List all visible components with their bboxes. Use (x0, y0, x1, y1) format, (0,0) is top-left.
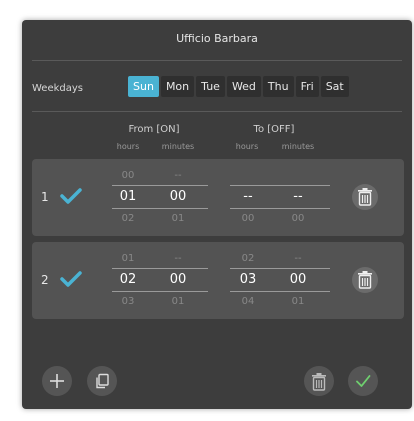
from-minutes-prev: -- (174, 253, 182, 264)
add-row-button[interactable] (42, 366, 72, 396)
delete-all-button[interactable] (304, 366, 334, 396)
enabled-check-icon[interactable] (60, 187, 82, 205)
from-minutes-next: 01 (171, 213, 185, 224)
to-minutes-next: 01 (291, 296, 305, 307)
from-selection-top (112, 185, 208, 186)
from-hours-value[interactable]: 01 (108, 189, 148, 204)
weekdays-divider (32, 111, 402, 112)
from-minutes-value[interactable]: 00 (158, 272, 198, 287)
to-selection-bottom (230, 208, 330, 209)
dialog-title: Ufficio Barbara (176, 32, 258, 45)
from-selection-top (112, 268, 208, 269)
delete-row-button[interactable] (352, 267, 378, 293)
to-selection-top (230, 185, 330, 186)
to-selection-top (230, 268, 330, 269)
from-hours-next: 02 (121, 213, 135, 224)
to-hours-prev: 02 (241, 253, 255, 264)
to-hours-label: hours (235, 142, 259, 151)
from-selection-bottom (112, 291, 208, 292)
weekdays-label: Weekdays (32, 83, 84, 94)
to-minutes-next: 00 (291, 213, 305, 224)
to-minutes-value[interactable]: -- (278, 189, 318, 204)
day-sun[interactable]: Sun (128, 76, 159, 97)
weekday-selector: Sun Mon Tue Wed Thu Fri Sat (128, 76, 349, 97)
to-hours-next: 00 (241, 213, 255, 224)
row-number: 2 (41, 273, 49, 287)
row-number: 1 (41, 190, 49, 204)
trash-icon (312, 373, 326, 391)
from-minutes-label: minutes (161, 142, 195, 151)
from-hours-value[interactable]: 02 (108, 272, 148, 287)
to-hours-value[interactable]: 03 (228, 272, 268, 287)
to-minutes-prev: -- (294, 253, 302, 264)
check-icon (356, 375, 371, 387)
trash-icon (358, 271, 372, 289)
from-minutes-value[interactable]: 00 (158, 189, 198, 204)
day-tue[interactable]: Tue (196, 76, 225, 97)
from-hours-label: hours (116, 142, 140, 151)
to-selection-bottom (230, 291, 330, 292)
from-minutes-next: 01 (171, 296, 185, 307)
trash-icon (358, 188, 372, 206)
to-header: To [OFF] (253, 124, 295, 135)
from-selection-bottom (112, 208, 208, 209)
delete-row-button[interactable] (352, 184, 378, 210)
day-wed[interactable]: Wed (226, 76, 261, 97)
from-minutes-prev: -- (174, 170, 182, 181)
day-thu[interactable]: Thu (262, 76, 294, 97)
copy-icon (96, 373, 109, 389)
to-hours-next: 04 (241, 296, 255, 307)
schedule-dialog: Ufficio Barbara Weekdays Sun Mon Tue Wed… (22, 20, 412, 409)
copy-button[interactable] (87, 366, 117, 396)
day-fri[interactable]: Fri (295, 76, 319, 97)
home-indicator (92, 416, 332, 421)
title-divider (32, 60, 402, 61)
from-header: From [ON] (128, 124, 180, 135)
to-hours-value[interactable]: -- (228, 189, 268, 204)
schedule-row-1: 1 00 01 02 -- 00 01 -- 00 -- 00 (32, 159, 404, 236)
day-sat[interactable]: Sat (320, 76, 349, 97)
from-hours-next: 03 (121, 296, 135, 307)
day-mon[interactable]: Mon (160, 76, 195, 97)
confirm-button[interactable] (348, 366, 378, 396)
schedule-row-2: 2 01 02 03 -- 00 01 02 03 04 -- 00 01 (32, 242, 404, 319)
enabled-check-icon[interactable] (60, 270, 82, 288)
to-minutes-label: minutes (281, 142, 315, 151)
to-minutes-value[interactable]: 00 (278, 272, 318, 287)
add-icon (50, 374, 64, 388)
from-hours-prev: 01 (121, 253, 135, 264)
from-hours-prev: 00 (121, 170, 135, 181)
